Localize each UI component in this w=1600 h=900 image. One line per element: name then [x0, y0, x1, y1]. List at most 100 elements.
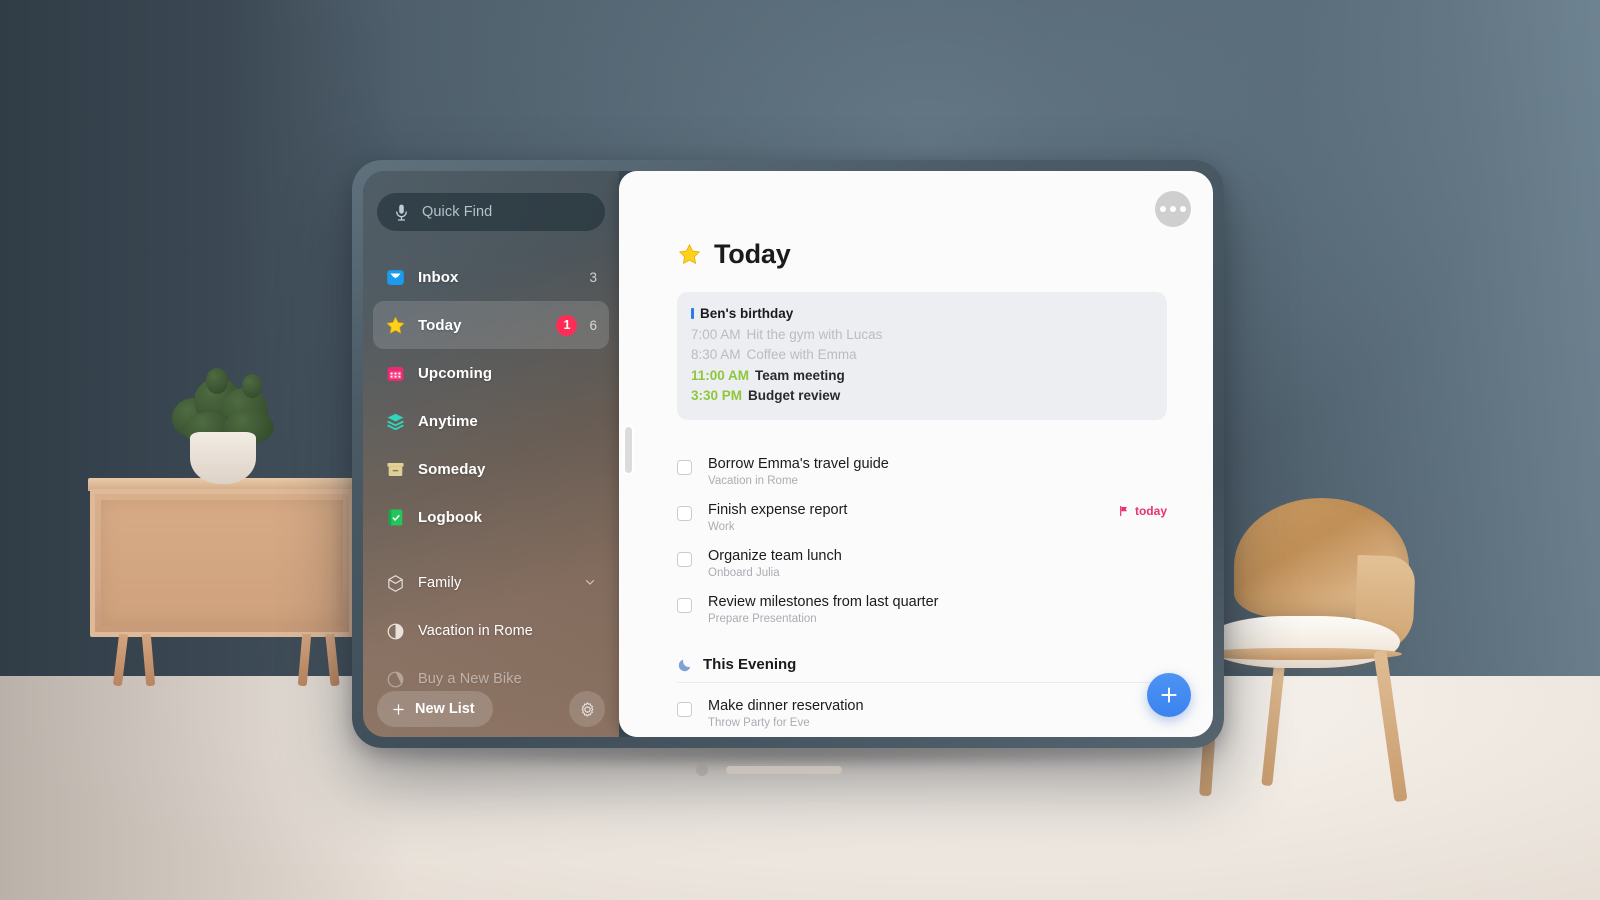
- settings-button[interactable]: [569, 691, 605, 727]
- task-row[interactable]: Finish expense report Work today: [677, 496, 1167, 542]
- sidebar: Quick Find Inbox 3 Today 1 6 Upcoming An…: [363, 171, 619, 737]
- task-title: Finish expense report: [708, 501, 848, 518]
- star-icon: [386, 316, 405, 333]
- ellipsis-icon: [1160, 206, 1186, 212]
- task-title: Review milestones from last quarter: [708, 593, 939, 610]
- sidebar-label: Inbox: [418, 268, 459, 286]
- moon-icon: [678, 659, 691, 671]
- event-time: 7:00 AM: [691, 326, 741, 342]
- sidebar-item-vacation-in-rome[interactable]: Vacation in Rome: [373, 607, 609, 655]
- section-title: This Evening: [703, 656, 797, 674]
- calendar-event: 11:00 AM Team meeting: [691, 366, 1153, 387]
- chair-furniture: [1199, 498, 1446, 828]
- sidebar-item-someday[interactable]: Someday: [373, 445, 609, 493]
- calendar-event: 7:00 AM Hit the gym with Lucas: [691, 325, 1153, 346]
- sidebar-label: Family: [418, 575, 462, 591]
- sidebar-label: Anytime: [418, 412, 478, 430]
- search-input[interactable]: Quick Find: [377, 193, 605, 231]
- screen: Quick Find Inbox 3 Today 1 6 Upcoming An…: [363, 171, 1213, 737]
- sideboard-furniture: [88, 478, 356, 687]
- room-scene: Quick Find Inbox 3 Today 1 6 Upcoming An…: [0, 0, 1600, 900]
- home-indicator: [726, 766, 842, 774]
- device-camera-dot: [696, 764, 708, 776]
- more-options-button[interactable]: [1155, 191, 1191, 227]
- flag-icon: [1120, 505, 1127, 516]
- evening-tasks: Make dinner reservation Throw Party for …: [677, 683, 1167, 737]
- sidebar-divider-gap: [363, 541, 619, 559]
- task-deadline-badge: today: [1118, 504, 1167, 518]
- event-title: Ben's birthday: [700, 306, 794, 321]
- task-checkbox[interactable]: [677, 597, 692, 613]
- folder-hex-icon: [388, 574, 403, 592]
- task-checkbox[interactable]: [677, 702, 692, 718]
- page-title-text: Today: [714, 239, 791, 269]
- task-body: Make dinner reservation Throw Party for …: [708, 697, 1167, 729]
- event-color-bar: [691, 308, 694, 319]
- event-title: Budget review: [748, 388, 841, 404]
- sidebar-item-logbook[interactable]: Logbook: [373, 493, 609, 541]
- gear-icon: [581, 701, 593, 717]
- tablet-device: Quick Find Inbox 3 Today 1 6 Upcoming An…: [352, 160, 1224, 748]
- task-row[interactable]: Make dinner reservation Throw Party for …: [677, 692, 1167, 737]
- task-project: Work: [708, 520, 735, 533]
- new-list-button[interactable]: New List: [377, 691, 493, 727]
- task-body: Borrow Emma's travel guide Vacation in R…: [708, 455, 1167, 487]
- task-body: Review milestones from last quarter Prep…: [708, 593, 1167, 625]
- sidebar-footer: New List: [363, 691, 619, 727]
- sidebar-item-today[interactable]: Today 1 6: [373, 301, 609, 349]
- sidebar-item-anytime[interactable]: Anytime: [373, 397, 609, 445]
- star-icon: [679, 244, 700, 264]
- progress-half-icon: [387, 623, 404, 639]
- calendar-event-allday: Ben's birthday: [691, 304, 1153, 325]
- calendar-card[interactable]: Ben's birthday 7:00 AM Hit the gym with …: [677, 292, 1167, 420]
- layers-icon: [387, 413, 404, 430]
- status-badge: 1: [556, 314, 578, 336]
- sidebar-count: 6: [589, 317, 597, 333]
- plus-icon: [393, 703, 404, 715]
- task-body: Finish expense report Work: [708, 501, 1102, 533]
- sidebar-label: Logbook: [418, 508, 483, 526]
- sidebar-label: Upcoming: [418, 364, 493, 382]
- task-checkbox[interactable]: [677, 505, 692, 521]
- panel-resize-handle[interactable]: [625, 427, 632, 473]
- search-placeholder: Quick Find: [422, 204, 493, 220]
- task-row[interactable]: Organize team lunch Onboard Julia: [677, 542, 1167, 588]
- plus-icon: [1161, 687, 1177, 703]
- sidebar-nav: Inbox 3 Today 1 6 Upcoming Anytime Somed…: [363, 253, 619, 703]
- task-checkbox[interactable]: [677, 459, 692, 475]
- event-title: Hit the gym with Lucas: [746, 326, 883, 342]
- chevron-down-icon[interactable]: [583, 575, 597, 592]
- calendar-icon: [387, 366, 404, 381]
- task-title: Borrow Emma's travel guide: [708, 455, 889, 472]
- task-row[interactable]: Review milestones from last quarter Prep…: [677, 588, 1167, 634]
- event-time: 8:30 AM: [691, 347, 741, 363]
- task-checkbox[interactable]: [677, 551, 692, 567]
- task-project: Onboard Julia: [708, 566, 780, 579]
- archive-box-icon: [387, 462, 404, 476]
- sidebar-item-inbox[interactable]: Inbox 3: [373, 253, 609, 301]
- sidebar-label: Buy a New Bike: [418, 671, 522, 687]
- green-book-icon: [388, 508, 403, 526]
- task-title: Organize team lunch: [708, 547, 842, 564]
- task-body: Organize team lunch Onboard Julia: [708, 547, 1167, 579]
- sidebar-item-family[interactable]: Family: [373, 559, 609, 607]
- task-deadline-text: today: [1134, 503, 1167, 518]
- task-project: Prepare Presentation: [708, 613, 817, 626]
- event-time: 11:00 AM: [691, 367, 750, 383]
- task-project: Throw Party for Eve: [708, 717, 810, 730]
- event-time: 3:30 PM: [691, 388, 743, 404]
- sidebar-label: Someday: [418, 460, 486, 478]
- sidebar-count: 3: [589, 269, 597, 285]
- microphone-icon: [396, 204, 407, 221]
- event-title: Team meeting: [755, 367, 845, 383]
- add-task-button[interactable]: [1147, 673, 1191, 717]
- page-title: Today: [677, 239, 1167, 270]
- sidebar-item-upcoming[interactable]: Upcoming: [373, 349, 609, 397]
- progress-circle-icon: [387, 671, 404, 687]
- plant-pot: [190, 432, 256, 484]
- sidebar-label: Vacation in Rome: [418, 623, 533, 639]
- task-title: Make dinner reservation: [708, 698, 864, 715]
- calendar-event: 3:30 PM Budget review: [691, 386, 1153, 407]
- task-row[interactable]: Borrow Emma's travel guide Vacation in R…: [677, 450, 1167, 496]
- calendar-event: 8:30 AM Coffee with Emma: [691, 345, 1153, 366]
